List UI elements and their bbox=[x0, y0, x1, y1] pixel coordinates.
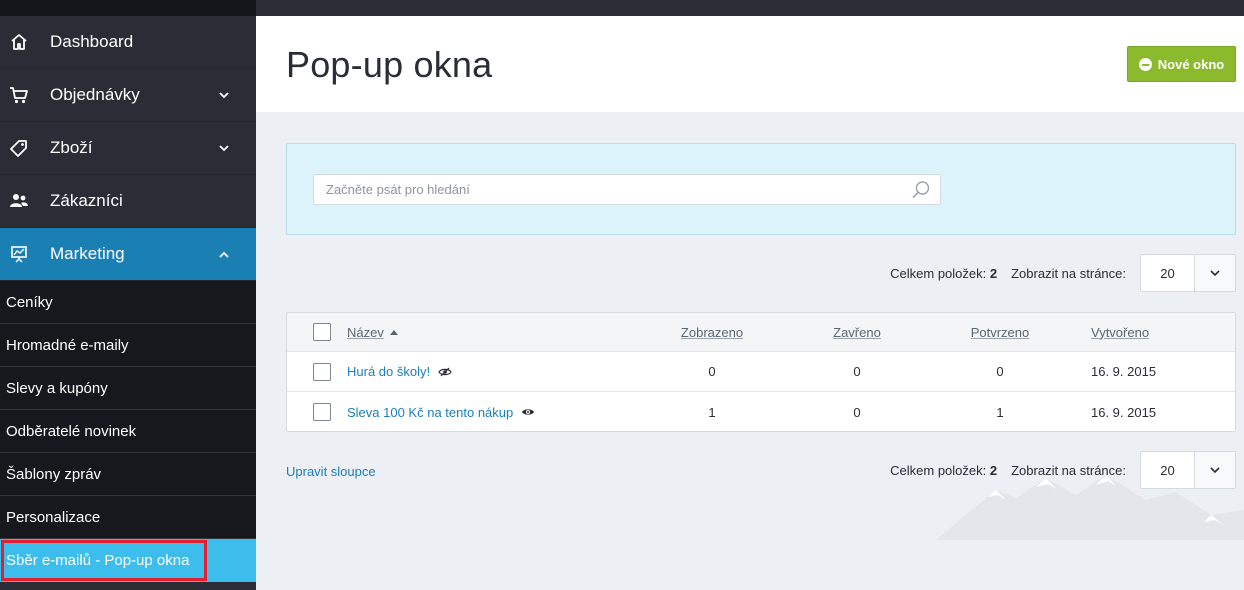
per-page-select[interactable]: 20 bbox=[1140, 254, 1236, 292]
row-name-link[interactable]: Hurá do školy! bbox=[347, 364, 430, 379]
submenu-item-popup-windows[interactable]: Sběr e-mailů - Pop-up okna bbox=[0, 539, 256, 582]
per-page-label: Zobrazit na stránce: bbox=[1011, 265, 1126, 281]
sidebar-item-orders[interactable]: Objednávky bbox=[0, 69, 256, 122]
row-select-cell bbox=[313, 392, 331, 432]
row-confirmed-cell: 0 bbox=[996, 364, 1004, 379]
row-name-cell: Hurá do školy! bbox=[347, 352, 452, 391]
chevron-down-icon[interactable] bbox=[1195, 452, 1235, 488]
column-header-name[interactable]: Název bbox=[347, 313, 398, 351]
sidebar-top-bar bbox=[0, 0, 256, 16]
row-name-cell: Sleva 100 Kč na tento nákup bbox=[347, 392, 535, 432]
chevron-up-icon bbox=[218, 248, 230, 260]
row-created-cell: 16. 9. 2015 bbox=[1091, 364, 1157, 379]
row-name-link[interactable]: Sleva 100 Kč na tento nákup bbox=[347, 405, 513, 420]
sidebar-item-customers[interactable]: Zákazníci bbox=[0, 175, 256, 228]
table-row: Sleva 100 Kč na tento nákup 1 0 1 16. 9.… bbox=[287, 392, 1235, 432]
total-items: Celkem položek: 2 bbox=[890, 462, 998, 478]
submenu-item-templates[interactable]: Šablony zpráv bbox=[0, 453, 256, 496]
users-icon bbox=[8, 190, 30, 212]
sort-ascending-icon bbox=[389, 329, 398, 335]
sidebar-item-label: Objednávky bbox=[50, 85, 140, 104]
column-header-closed[interactable]: Zavřeno bbox=[787, 313, 927, 351]
marketing-submenu: Ceníky Hromadné e-maily Slevy a kupóny O… bbox=[0, 281, 256, 582]
sidebar-item-dashboard[interactable]: Dashboard bbox=[0, 16, 256, 69]
sidebar-item-label: Zboží bbox=[50, 138, 93, 157]
row-checkbox[interactable] bbox=[313, 362, 331, 381]
pager-bottom: Celkem položek: 2 Zobrazit na stránce: 2… bbox=[890, 451, 1236, 489]
table-header-row: Název Zobrazeno Zavřeno Potvrzeno Vytvoř… bbox=[287, 313, 1235, 352]
submenu-item-mass-emails[interactable]: Hromadné e-maily bbox=[0, 324, 256, 367]
pager-top: Celkem položek: 2 Zobrazit na stránce: 2… bbox=[890, 254, 1236, 292]
row-created-cell: 16. 9. 2015 bbox=[1091, 404, 1157, 420]
chevron-down-icon[interactable] bbox=[1195, 255, 1235, 291]
search-icon[interactable] bbox=[911, 180, 931, 205]
main-content: Pop-up okna Nové okno Celkem položek: 2 … bbox=[256, 0, 1244, 590]
cart-icon bbox=[8, 84, 30, 106]
search-input[interactable] bbox=[314, 175, 894, 204]
search-panel bbox=[286, 143, 1236, 235]
row-confirmed-cell: 1 bbox=[996, 404, 1004, 420]
search-box bbox=[313, 174, 941, 205]
row-select-cell bbox=[313, 352, 331, 391]
sidebar-item-marketing[interactable]: Marketing bbox=[0, 228, 256, 281]
row-closed-cell: 0 bbox=[853, 404, 861, 420]
sidebar: Dashboard Objednávky Zboží Zákazníci Mar… bbox=[0, 0, 256, 590]
submenu-item-personalization[interactable]: Personalizace bbox=[0, 496, 256, 539]
select-all-cell bbox=[313, 313, 331, 351]
sidebar-item-label: Marketing bbox=[50, 244, 125, 263]
row-closed-cell: 0 bbox=[853, 364, 861, 379]
sidebar-item-products[interactable]: Zboží bbox=[0, 122, 256, 175]
top-bar bbox=[256, 0, 1244, 16]
chevron-down-icon bbox=[218, 142, 230, 154]
select-all-checkbox[interactable] bbox=[313, 323, 331, 341]
row-shown-cell: 1 bbox=[708, 404, 716, 420]
column-header-confirmed[interactable]: Potvrzeno bbox=[930, 313, 1070, 351]
column-header-created[interactable]: Vytvořeno bbox=[1091, 313, 1149, 351]
column-header-shown[interactable]: Zobrazeno bbox=[642, 313, 782, 351]
total-items: Celkem položek: 2 bbox=[890, 265, 998, 281]
submenu-item-discounts[interactable]: Slevy a kupóny bbox=[0, 367, 256, 410]
table-row: Hurá do školy! 0 0 0 16. 9. 2015 bbox=[287, 352, 1235, 392]
per-page-label: Zobrazit na stránce: bbox=[1011, 462, 1126, 478]
chevron-down-icon bbox=[218, 89, 230, 101]
tag-icon bbox=[8, 137, 30, 159]
submenu-item-price-lists[interactable]: Ceníky bbox=[0, 281, 256, 324]
per-page-value: 20 bbox=[1141, 452, 1195, 488]
circle-plus-icon bbox=[1138, 57, 1152, 71]
presentation-chart-icon bbox=[8, 243, 30, 265]
edit-columns-link[interactable]: Upravit sloupce bbox=[286, 464, 376, 479]
new-window-button[interactable]: Nové okno bbox=[1127, 46, 1236, 82]
eye-slash-icon[interactable] bbox=[438, 367, 452, 377]
sidebar-item-label: Zákazníci bbox=[50, 191, 123, 210]
home-icon bbox=[8, 31, 30, 53]
sidebar-item-label: Dashboard bbox=[50, 32, 134, 51]
new-window-button-label: Nové okno bbox=[1157, 56, 1225, 72]
per-page-value: 20 bbox=[1141, 255, 1195, 291]
row-checkbox[interactable] bbox=[313, 403, 331, 421]
submenu-item-label: Sběr e-mailů - Pop-up okna bbox=[6, 552, 190, 569]
page-header: Pop-up okna Nové okno bbox=[256, 16, 1244, 112]
submenu-item-subscribers[interactable]: Odběratelé novinek bbox=[0, 410, 256, 453]
popup-table: Název Zobrazeno Zavřeno Potvrzeno Vytvoř… bbox=[286, 312, 1236, 432]
page-title: Pop-up okna bbox=[286, 44, 493, 85]
eye-icon[interactable] bbox=[521, 407, 535, 417]
per-page-select[interactable]: 20 bbox=[1140, 451, 1236, 489]
row-shown-cell: 0 bbox=[708, 364, 716, 379]
